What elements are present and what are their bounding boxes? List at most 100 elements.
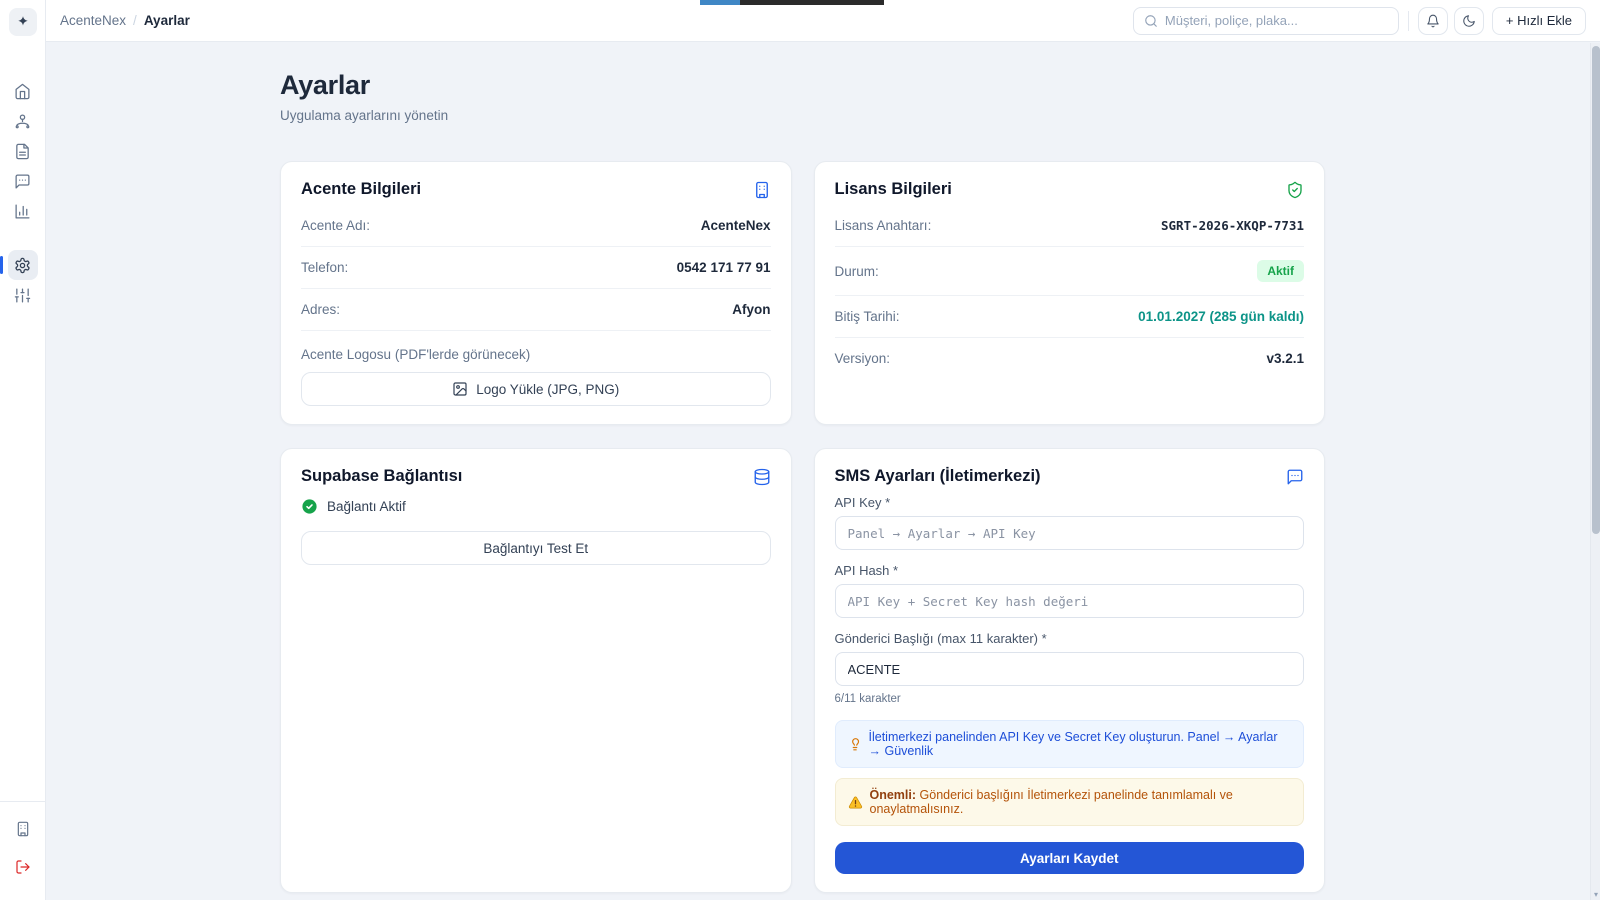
license-key-value: SGRT-2026-XKQP-7731 [1161, 218, 1304, 233]
status-badge: Aktif [1257, 260, 1304, 282]
license-version-row: Versiyon: v3.2.1 [835, 338, 1305, 379]
sidebar-nav [8, 76, 38, 310]
api-key-label: API Key * [835, 495, 1305, 510]
active-indicator [0, 256, 3, 274]
api-hash-label: API Hash * [835, 563, 1305, 578]
sidebar-item-logout[interactable] [8, 852, 38, 882]
char-counter: 6/11 karakter [835, 693, 1305, 705]
connection-status: Bağlantı Aktif [301, 498, 771, 515]
agency-card-title: Acente Bilgileri [301, 180, 421, 199]
agency-name-label: Acente Adı: [301, 218, 370, 233]
sms-card-title: SMS Ayarları (İletimerkezi) [835, 467, 1041, 486]
license-expiry-label: Bitiş Tarihi: [835, 309, 900, 324]
notifications-button[interactable] [1418, 7, 1448, 35]
image-icon [452, 381, 468, 397]
window-artifact-bar [740, 0, 884, 5]
license-version-value: v3.2.1 [1266, 351, 1304, 366]
supabase-card-title: Supabase Bağlantısı [301, 467, 462, 486]
window-artifact-progress [700, 0, 740, 5]
scrollbar-thumb[interactable] [1592, 46, 1600, 534]
sidebar-item-settings[interactable] [8, 250, 38, 280]
license-info-card: Lisans Bilgileri Lisans Anahtarı: SGRT-2… [814, 161, 1326, 425]
database-icon [753, 468, 771, 486]
license-key-row: Lisans Anahtarı: SGRT-2026-XKQP-7731 [835, 205, 1305, 247]
users-icon [14, 113, 31, 130]
sparkle-icon [16, 15, 30, 29]
top-bar: AcenteNex / Ayarlar + Hızlı Ekle [46, 0, 1600, 42]
agency-phone-row: Telefon: 0542 171 77 91 [301, 247, 771, 289]
sidebar-item-messages[interactable] [8, 166, 38, 196]
warning-triangle-icon [848, 795, 863, 810]
theme-toggle-button[interactable] [1454, 7, 1484, 35]
scrollbar-down-arrow[interactable]: ▾ [1591, 890, 1600, 899]
sidebar-item-policies[interactable] [8, 136, 38, 166]
sidebar [0, 0, 46, 900]
agency-phone-label: Telefon: [301, 260, 348, 275]
logo-upload-button[interactable]: Logo Yükle (JPG, PNG) [301, 372, 771, 406]
save-settings-button[interactable]: Ayarları Kaydet [835, 842, 1305, 874]
agency-phone-value: 0542 171 77 91 [677, 260, 771, 275]
warning-bold: Önemli: [870, 788, 917, 802]
info-note: İletimerkezi panelinden API Key ve Secre… [835, 720, 1305, 768]
license-card-title: Lisans Bilgileri [835, 180, 952, 199]
license-status-row: Durum: Aktif [835, 247, 1305, 296]
sidebar-item-customers[interactable] [8, 106, 38, 136]
sidebar-item-home[interactable] [8, 76, 38, 106]
building-icon [753, 181, 771, 199]
search-icon [1144, 14, 1158, 28]
agency-name-value: AcenteNex [701, 218, 771, 233]
agency-address-row: Adres: Afyon [301, 289, 771, 331]
agency-name-row: Acente Adı: AcenteNex [301, 205, 771, 247]
check-circle-icon [301, 498, 318, 515]
supabase-card: Supabase Bağlantısı Bağlantı Aktif Bağla… [280, 448, 792, 893]
info-note-text: İletimerkezi panelinden API Key ve Secre… [869, 730, 1292, 758]
license-key-label: Lisans Anahtarı: [835, 218, 932, 233]
message-icon [1286, 468, 1304, 486]
app-logo[interactable] [9, 8, 37, 36]
lightbulb-icon [848, 737, 862, 751]
shield-check-icon [1286, 181, 1304, 199]
agency-address-value: Afyon [732, 302, 770, 317]
agency-info-card: Acente Bilgileri Acente Adı: AcenteNex T… [280, 161, 792, 425]
breadcrumb-separator: / [133, 13, 137, 28]
topbar-divider [1408, 11, 1409, 31]
warning-note: Önemli: Gönderici başlığını İletimerkezi… [835, 778, 1305, 826]
sender-title-label: Gönderici Başlığı (max 11 karakter) * [835, 631, 1305, 646]
bell-icon [1426, 14, 1440, 28]
global-search[interactable] [1133, 7, 1399, 35]
gear-icon [14, 257, 31, 274]
license-status-label: Durum: [835, 264, 879, 279]
warning-note-text: Önemli: Gönderici başlığını İletimerkezi… [870, 788, 1292, 816]
breadcrumb-page: Ayarlar [144, 13, 190, 28]
page-scrollbar[interactable]: ▾ [1590, 43, 1600, 900]
breadcrumb-app[interactable]: AcenteNex [60, 13, 126, 28]
agency-logo-label: Acente Logosu (PDF'lerde görünecek) [301, 347, 771, 362]
moon-icon [1462, 14, 1476, 28]
api-hash-input[interactable] [835, 584, 1305, 618]
search-input[interactable] [1165, 13, 1388, 28]
page-subtitle: Uygulama ayarlarını yönetin [280, 108, 1325, 123]
test-connection-button[interactable]: Bağlantıyı Test Et [301, 531, 771, 565]
home-icon [14, 83, 31, 100]
sidebar-bottom [8, 814, 38, 900]
breadcrumb: AcenteNex / Ayarlar [60, 13, 190, 28]
sidebar-item-reports[interactable] [8, 196, 38, 226]
sliders-icon [14, 287, 31, 304]
chat-icon [14, 173, 31, 190]
sms-settings-card: SMS Ayarları (İletimerkezi) API Key * AP… [814, 448, 1326, 893]
sidebar-item-preferences[interactable] [8, 280, 38, 310]
logout-icon [15, 859, 31, 875]
license-expiry-value: 01.01.2027 (285 gün kaldı) [1138, 309, 1304, 324]
agency-address-label: Adres: [301, 302, 340, 317]
document-icon [14, 143, 31, 160]
api-key-input[interactable] [835, 516, 1305, 550]
sender-title-input[interactable] [835, 652, 1305, 686]
bar-chart-icon [14, 203, 31, 220]
logo-upload-label: Logo Yükle (JPG, PNG) [476, 382, 619, 397]
license-expiry-row: Bitiş Tarihi: 01.01.2027 (285 gün kaldı) [835, 296, 1305, 338]
sidebar-item-agency[interactable] [8, 814, 38, 844]
main-content: Ayarlar Uygulama ayarlarını yönetin Acen… [46, 42, 1600, 900]
building-icon [15, 821, 31, 837]
quick-add-button[interactable]: + Hızlı Ekle [1492, 7, 1586, 35]
license-version-label: Versiyon: [835, 351, 891, 366]
